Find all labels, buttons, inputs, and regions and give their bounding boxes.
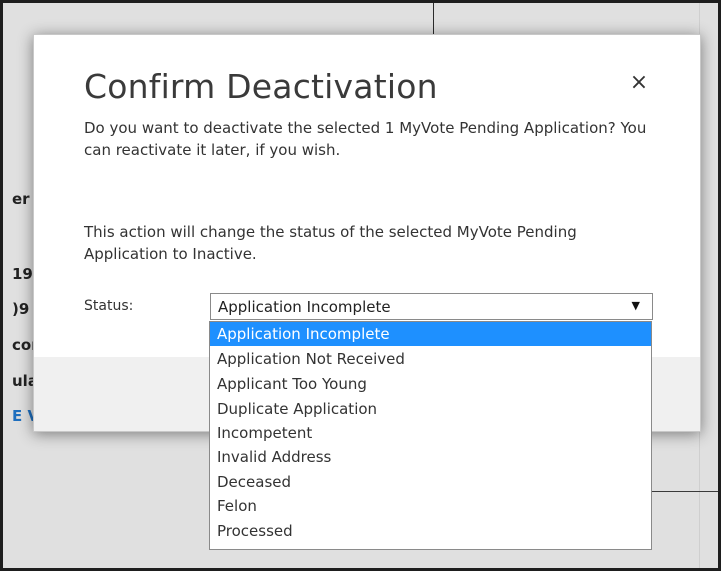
close-icon[interactable]: × — [625, 69, 653, 97]
status-option-deceased[interactable]: Deceased — [210, 470, 651, 494]
status-option-invalid-address[interactable]: Invalid Address — [210, 445, 651, 469]
background-text: er — [12, 190, 30, 208]
status-option-application-not-received[interactable]: Application Not Received — [210, 347, 651, 371]
status-select[interactable]: Application Incomplete ▼ — [210, 293, 653, 320]
status-select-value: Application Incomplete — [218, 298, 391, 316]
status-option-applicant-too-young[interactable]: Applicant Too Young — [210, 372, 651, 396]
background-divider — [651, 491, 718, 492]
dialog-title: Confirm Deactivation — [84, 67, 438, 106]
status-option-duplicate-application[interactable]: Duplicate Application — [210, 397, 651, 421]
status-dropdown-list: Application Incomplete Application Not R… — [209, 321, 652, 550]
status-option-processed[interactable]: Processed — [210, 519, 651, 543]
status-option-felon[interactable]: Felon — [210, 494, 651, 518]
chevron-down-icon: ▼ — [631, 299, 640, 312]
dialog-message: Do you want to deactivate the selected 1… — [84, 119, 647, 159]
dialog-status-info: This action will change the status of th… — [84, 223, 577, 263]
status-option-application-incomplete[interactable]: Application Incomplete — [210, 322, 651, 346]
background-text: 19 — [12, 265, 33, 283]
status-label: Status: — [84, 298, 134, 314]
status-option-incompetent[interactable]: Incompetent — [210, 421, 651, 445]
background-divider — [433, 3, 434, 35]
background-text: )9 — [12, 300, 30, 318]
